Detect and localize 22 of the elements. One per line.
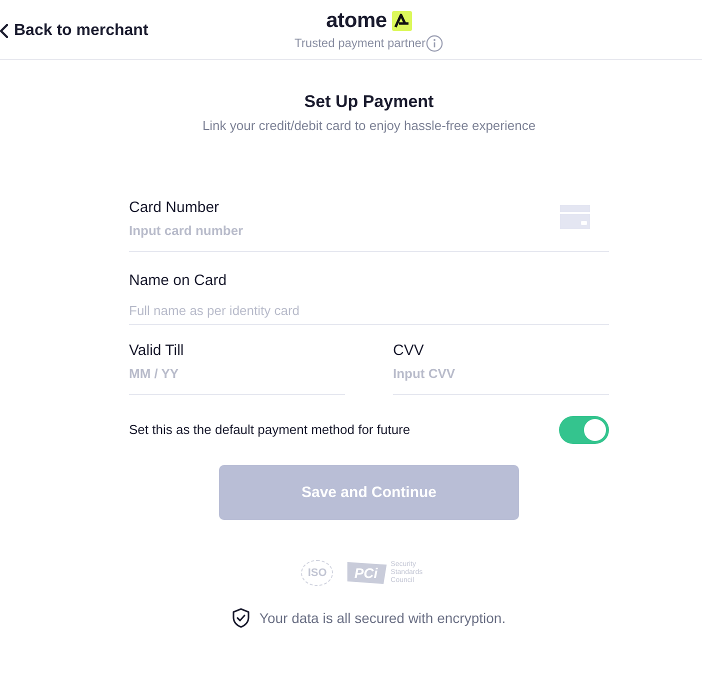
shield-check-icon	[232, 608, 250, 628]
security-note: Your data is all secured with encryption.	[259, 609, 506, 627]
input-field[interactable]: MM / YY	[129, 362, 345, 384]
input-field[interactable]: Input CVV	[393, 362, 609, 384]
credit-card-icon	[560, 204, 590, 228]
chevron-left-icon	[0, 24, 8, 38]
field-label: Valid Till	[129, 341, 185, 361]
info-icon	[426, 34, 444, 52]
toggle-switch[interactable]	[559, 416, 609, 444]
page-title: Set Up Payment	[303, 91, 435, 113]
tagline: Trusted payment partner	[294, 35, 426, 51]
toggle-label: Set this as the default payment method for future	[129, 421, 410, 439]
page-subtitle: Link your credit/debit card to enjoy hassle-free experience	[201, 117, 537, 135]
field-label: Card Number	[129, 198, 220, 218]
brand-name: atome	[326, 8, 387, 32]
iso-logo: ISO	[301, 560, 334, 586]
field-label: Name on Card	[129, 271, 228, 291]
input-field[interactable]: Full name as per identity card	[129, 299, 609, 321]
field-label: CVV	[393, 341, 425, 361]
input-field[interactable]: Input card number	[129, 219, 560, 241]
back-link[interactable]: Back to merchant	[0, 20, 148, 40]
brand-logo-icon	[392, 10, 412, 30]
